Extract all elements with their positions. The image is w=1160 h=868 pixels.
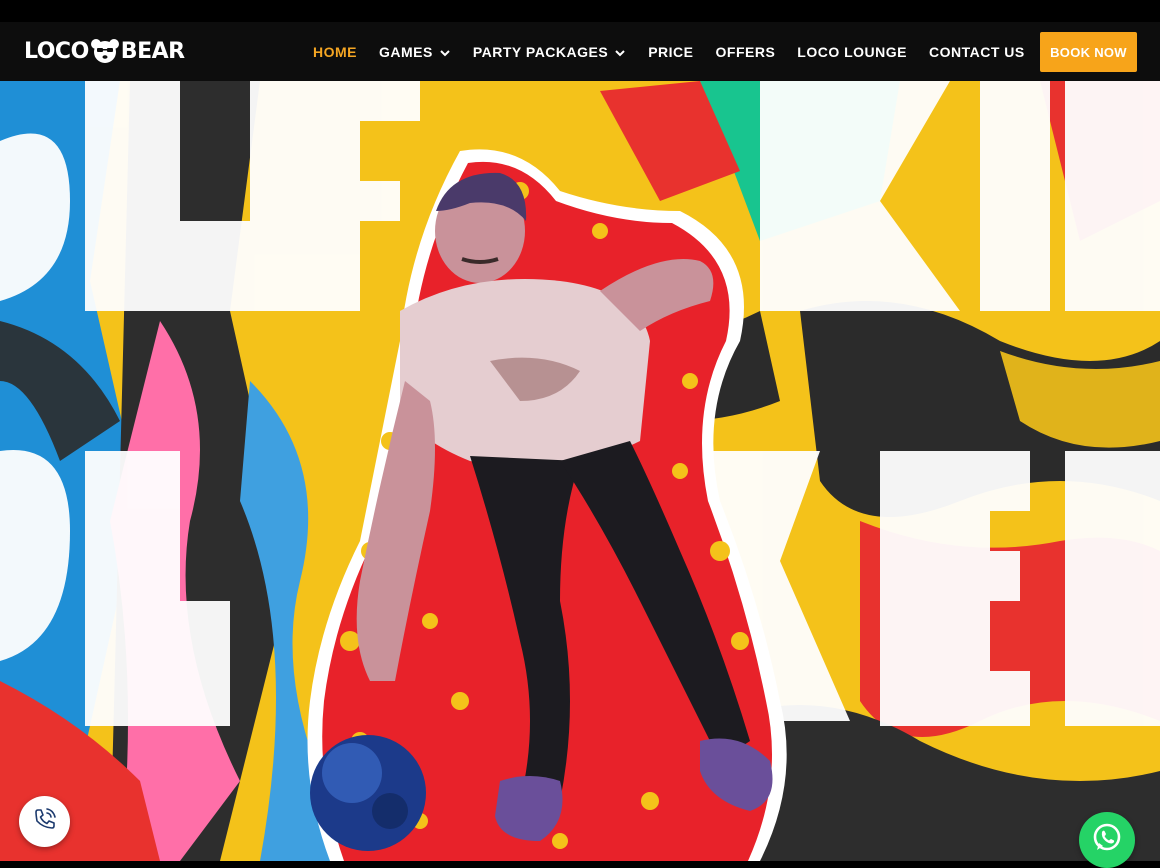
top-strip bbox=[0, 0, 1160, 22]
bear-face-icon bbox=[90, 38, 120, 64]
book-now-button[interactable]: BOOK NOW bbox=[1040, 32, 1137, 72]
nav-party-packages[interactable]: PARTY PACKAGES bbox=[473, 44, 626, 60]
nav-offers[interactable]: OFFERS bbox=[716, 44, 776, 60]
nav-games[interactable]: GAMES bbox=[379, 44, 451, 60]
call-button[interactable] bbox=[19, 796, 70, 847]
nav-loco-lounge[interactable]: LOCO LOUNGE bbox=[797, 44, 907, 60]
chevron-down-icon bbox=[614, 46, 626, 58]
main-nav: HOME GAMES PARTY PACKAGES PRICE OFFERS L… bbox=[313, 22, 1047, 81]
nav-games-label: GAMES bbox=[379, 43, 433, 60]
phone-call-icon bbox=[30, 804, 60, 839]
whatsapp-button[interactable] bbox=[1079, 812, 1135, 868]
nav-party-packages-label: PARTY PACKAGES bbox=[472, 43, 609, 60]
site-header: LOCO BEAR HOME GAMES PARTY PACKAGES PRIC… bbox=[0, 22, 1160, 81]
nav-home[interactable]: HOME bbox=[313, 44, 357, 60]
nav-contact-us[interactable]: CONTACT US bbox=[929, 44, 1025, 60]
whatsapp-icon bbox=[1090, 821, 1124, 860]
logo-text-right: BEAR bbox=[120, 38, 185, 64]
hero-video bbox=[0, 81, 1160, 861]
site-logo[interactable]: LOCO BEAR bbox=[24, 38, 185, 64]
chevron-down-icon bbox=[439, 46, 451, 58]
hero-artwork bbox=[0, 81, 1160, 861]
logo-text-left: LOCO bbox=[24, 38, 89, 64]
nav-price[interactable]: PRICE bbox=[648, 44, 693, 60]
